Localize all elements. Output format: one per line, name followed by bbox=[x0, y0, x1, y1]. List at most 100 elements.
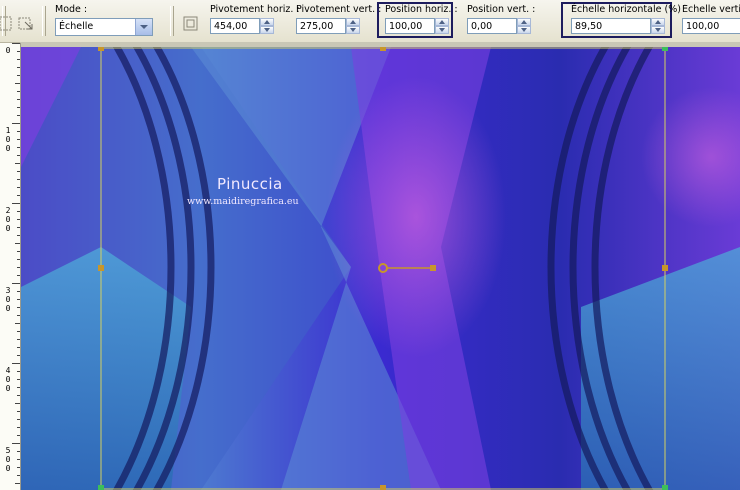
ruler-tick bbox=[12, 443, 20, 444]
ruler-tick bbox=[17, 467, 20, 468]
pivot-v-field: Pivotement vert. : bbox=[296, 4, 381, 38]
pivot-h-field: Pivotement horiz. : bbox=[210, 4, 300, 38]
ruler-label-digit: 1 bbox=[5, 126, 11, 135]
ruler-tick bbox=[17, 427, 20, 428]
ruler-label-digit: 4 bbox=[5, 366, 11, 375]
spin-up-icon[interactable] bbox=[435, 18, 449, 26]
handle-top-left[interactable] bbox=[98, 47, 104, 51]
handle-top-center[interactable] bbox=[380, 47, 386, 51]
ruler-tick bbox=[17, 451, 20, 452]
ruler-tick bbox=[17, 171, 20, 172]
pos-h-field: Position horiz. : bbox=[385, 4, 458, 38]
ruler-tick bbox=[17, 155, 20, 156]
handle-middle-right[interactable] bbox=[662, 265, 668, 271]
ruler-tick bbox=[17, 67, 20, 68]
mode-dropdown[interactable]: Échelle bbox=[55, 18, 153, 36]
ruler-tick bbox=[17, 51, 20, 52]
handle-bottom-center[interactable] bbox=[380, 485, 386, 490]
spin-down-icon[interactable] bbox=[346, 26, 360, 34]
ruler-tick bbox=[17, 475, 20, 476]
spin-up-icon[interactable] bbox=[517, 18, 531, 26]
ruler-tick bbox=[17, 387, 20, 388]
ruler-tick bbox=[17, 315, 20, 316]
ruler-tick bbox=[15, 83, 20, 84]
handle-middle-left[interactable] bbox=[98, 265, 104, 271]
handle-top-right[interactable] bbox=[662, 47, 668, 51]
toolbar-separator bbox=[42, 6, 46, 36]
scale-v-input[interactable] bbox=[682, 18, 740, 34]
pivot-h-input[interactable] bbox=[210, 18, 260, 34]
pos-h-arrows[interactable] bbox=[435, 18, 449, 34]
ruler-label-digit: 0 bbox=[5, 384, 11, 393]
scale-v-field: Échelle vertical bbox=[682, 4, 740, 38]
ruler-tick bbox=[17, 379, 20, 380]
ruler-tick bbox=[15, 243, 20, 244]
toolbar-separator bbox=[170, 6, 174, 36]
pos-h-input[interactable] bbox=[385, 18, 435, 34]
ruler-tick bbox=[17, 107, 20, 108]
pivot-v-arrows[interactable] bbox=[346, 18, 360, 34]
ruler-tick bbox=[17, 299, 20, 300]
ruler-label-digit: 0 bbox=[5, 135, 11, 144]
ruler-tick bbox=[17, 227, 20, 228]
pick-tool-icon[interactable] bbox=[0, 14, 16, 34]
spin-up-icon[interactable] bbox=[651, 18, 665, 26]
ruler-tick bbox=[15, 483, 20, 484]
chevron-down-icon[interactable] bbox=[135, 19, 152, 35]
ruler-tick bbox=[12, 43, 20, 44]
ruler-tick bbox=[17, 75, 20, 76]
ruler-tick bbox=[17, 331, 20, 332]
ruler-tick bbox=[17, 355, 20, 356]
pivot-h-arrows[interactable] bbox=[260, 18, 274, 34]
ruler-tick bbox=[17, 435, 20, 436]
ruler-label-digit: 0 bbox=[5, 144, 11, 153]
pos-v-field: Position vert. : bbox=[467, 4, 537, 38]
pivot-v-input[interactable] bbox=[296, 18, 346, 34]
ruler-tick bbox=[17, 187, 20, 188]
scale-h-arrows[interactable] bbox=[651, 18, 665, 34]
pos-h-label: Position horiz. : bbox=[385, 4, 458, 15]
ruler-tick bbox=[12, 363, 20, 364]
mode-field: Mode : Échelle bbox=[55, 4, 155, 38]
ruler-tick bbox=[17, 395, 20, 396]
pos-v-arrows[interactable] bbox=[517, 18, 531, 34]
ruler-tick bbox=[15, 163, 20, 164]
watermark-title: Pinuccia bbox=[217, 175, 283, 193]
ruler-label-digit: 0 bbox=[5, 295, 11, 304]
ruler-tick bbox=[17, 131, 20, 132]
handle-bottom-right[interactable] bbox=[662, 485, 668, 490]
spin-up-icon[interactable] bbox=[346, 18, 360, 26]
ruler-tick bbox=[17, 99, 20, 100]
mode-value: Échelle bbox=[59, 21, 94, 32]
ruler-tick bbox=[17, 147, 20, 148]
mode-label: Mode : bbox=[55, 4, 88, 15]
ruler-tick bbox=[17, 419, 20, 420]
spin-down-icon[interactable] bbox=[435, 26, 449, 34]
ruler-label-digit: 0 bbox=[5, 464, 11, 473]
ruler-tick bbox=[17, 307, 20, 308]
ruler-tick bbox=[17, 339, 20, 340]
ruler-tick bbox=[15, 323, 20, 324]
spin-up-icon[interactable] bbox=[260, 18, 274, 26]
ruler-tick bbox=[17, 139, 20, 140]
deform-tool-icon[interactable] bbox=[16, 14, 36, 34]
ruler-label-digit: 3 bbox=[5, 286, 11, 295]
rotation-handle[interactable] bbox=[430, 265, 436, 271]
ruler-tick bbox=[17, 251, 20, 252]
image-canvas[interactable]: Pinuccia www.maidiregrafica.eu bbox=[21, 47, 740, 490]
ruler-tick bbox=[17, 275, 20, 276]
spin-down-icon[interactable] bbox=[651, 26, 665, 34]
handle-bottom-left[interactable] bbox=[98, 485, 104, 490]
ruler-tick bbox=[17, 219, 20, 220]
ruler-tick bbox=[15, 403, 20, 404]
magenta-glow bbox=[326, 77, 506, 357]
ruler-tick bbox=[17, 411, 20, 412]
spin-down-icon[interactable] bbox=[260, 26, 274, 34]
ruler-tick bbox=[17, 459, 20, 460]
scale-h-label: Échelle horizontale (%) bbox=[571, 4, 681, 15]
pos-v-input[interactable] bbox=[467, 18, 517, 34]
watermark-url: www.maidiregrafica.eu bbox=[187, 196, 299, 207]
reset-transform-icon[interactable] bbox=[181, 14, 201, 34]
scale-h-input[interactable] bbox=[571, 18, 651, 34]
spin-down-icon[interactable] bbox=[517, 26, 531, 34]
